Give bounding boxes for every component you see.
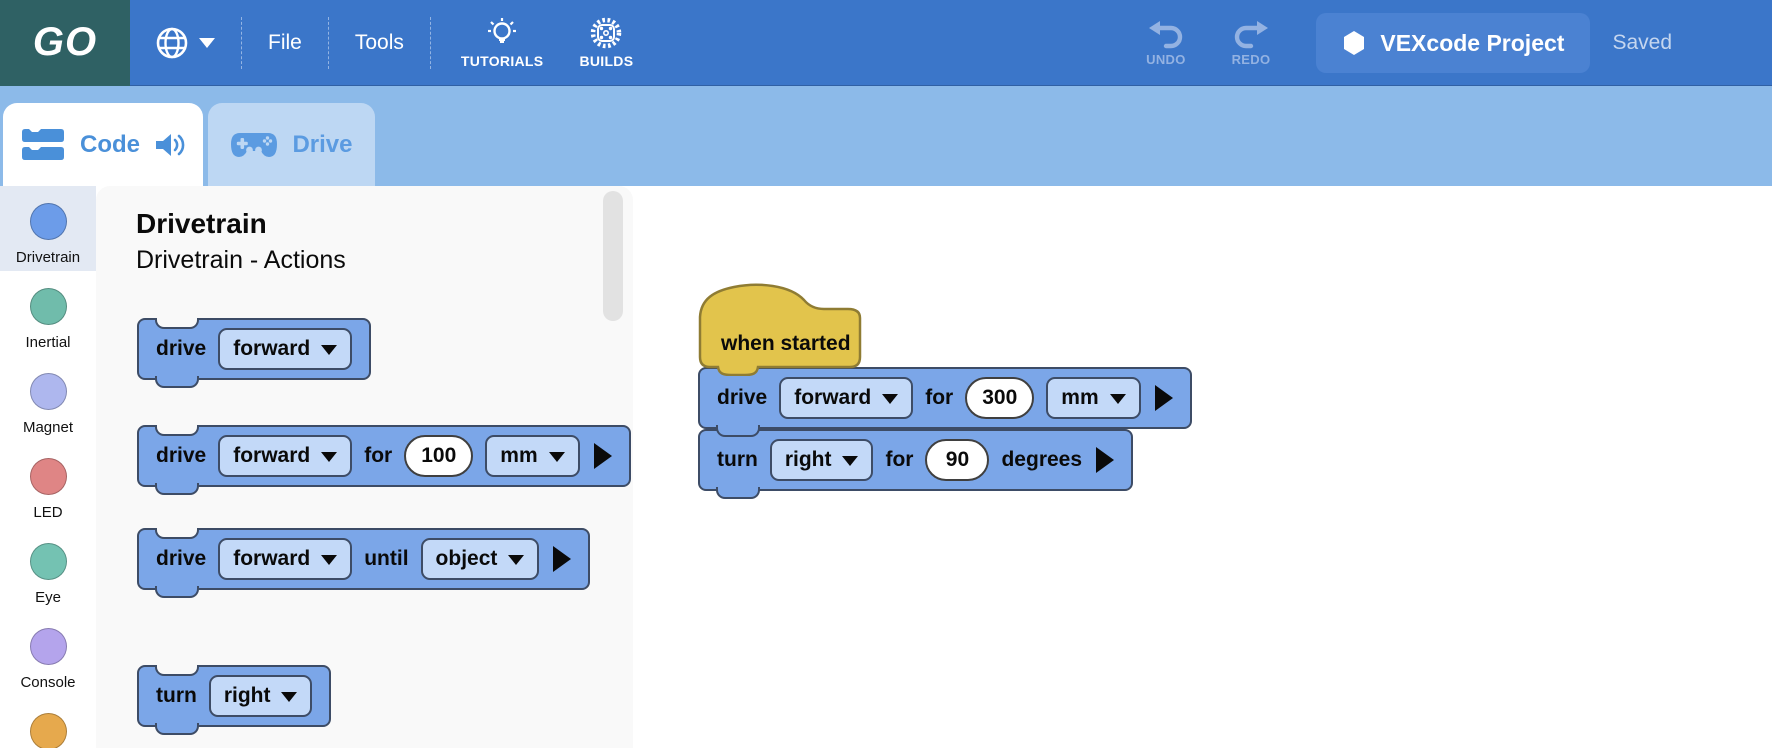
- palette-block-drive[interactable]: drive forward: [137, 318, 371, 380]
- workspace: Drivetrain Inertial Magnet LED Eye Conso…: [0, 186, 1772, 748]
- magnet-category-icon: [30, 373, 67, 410]
- undo-icon: [1147, 20, 1185, 50]
- direction-dropdown[interactable]: forward: [218, 435, 352, 477]
- menu-divider: [328, 17, 329, 69]
- lightbulb-icon: [485, 16, 519, 50]
- distance-input[interactable]: 300: [965, 377, 1034, 419]
- chevron-down-icon: [842, 456, 858, 474]
- sidebar-item-eye[interactable]: Eye: [0, 526, 96, 611]
- palette-scrollbar[interactable]: [603, 191, 623, 321]
- programming-canvas[interactable]: when started drive forward for 300 mm: [633, 186, 1772, 748]
- top-menu-bar: GO File Tools TUTORIALS: [0, 0, 1772, 86]
- when-started-block[interactable]: when started: [698, 283, 862, 376]
- tutorials-button[interactable]: TUTORIALS: [461, 16, 544, 69]
- globe-icon: [154, 25, 190, 61]
- unit-dropdown[interactable]: mm: [1046, 377, 1140, 419]
- turn-direction-dropdown[interactable]: right: [209, 675, 313, 717]
- chevron-down-icon: [1110, 394, 1126, 412]
- sound-category-icon: [30, 713, 67, 748]
- category-sidebar: Drivetrain Inertial Magnet LED Eye Conso…: [0, 186, 96, 748]
- palette-block-drive-for[interactable]: drive forward for 100 mm: [137, 425, 631, 487]
- eye-category-icon: [30, 543, 67, 580]
- drivetrain-category-icon: [30, 203, 67, 240]
- sidebar-item-inertial[interactable]: Inertial: [0, 271, 96, 356]
- chevron-down-icon: [321, 345, 337, 363]
- tab-drive[interactable]: Drive: [208, 103, 375, 186]
- chevron-down-icon: [321, 555, 337, 573]
- chevron-down-icon: [199, 38, 215, 56]
- palette-title: Drivetrain: [136, 208, 267, 240]
- tutorials-label: TUTORIALS: [461, 53, 544, 69]
- project-name: VEXcode Project: [1380, 30, 1564, 57]
- tab-code-label: Code: [80, 131, 140, 159]
- palette-block-drive-until[interactable]: drive forward until object: [137, 528, 590, 590]
- hexagon-icon: [1342, 30, 1366, 56]
- chevron-down-icon: [321, 452, 337, 470]
- redo-icon: [1232, 20, 1270, 50]
- builds-label: BUILDS: [579, 53, 633, 69]
- unit-dropdown[interactable]: mm: [485, 435, 579, 477]
- chevron-down-icon: [508, 555, 524, 573]
- logo-text: GO: [33, 20, 97, 65]
- direction-dropdown[interactable]: forward: [218, 538, 352, 580]
- sidebar-item-partial[interactable]: [0, 696, 96, 748]
- code-blocks-icon: [20, 127, 66, 163]
- undo-button[interactable]: UNDO: [1146, 20, 1185, 67]
- hat-label: when started: [721, 332, 851, 356]
- redo-label: REDO: [1232, 52, 1271, 67]
- angle-input[interactable]: 90: [925, 439, 989, 481]
- builds-button[interactable]: BUILDS: [579, 16, 633, 69]
- language-menu[interactable]: [154, 25, 215, 61]
- palette-section-label: Drivetrain - Actions: [136, 246, 346, 275]
- speaker-icon[interactable]: [154, 130, 186, 160]
- palette-block-turn[interactable]: turn right: [137, 665, 331, 727]
- menu-divider: [241, 17, 242, 69]
- vex-go-logo: GO: [0, 0, 130, 86]
- tab-drive-label: Drive: [292, 131, 352, 159]
- direction-dropdown[interactable]: forward: [218, 328, 352, 370]
- expand-arrow-icon[interactable]: [1096, 447, 1114, 473]
- expand-arrow-icon[interactable]: [594, 443, 612, 469]
- chevron-down-icon: [882, 394, 898, 412]
- sidebar-item-drivetrain[interactable]: Drivetrain: [0, 186, 96, 271]
- expand-arrow-icon[interactable]: [1155, 385, 1173, 411]
- sidebar-item-console[interactable]: Console: [0, 611, 96, 696]
- file-menu[interactable]: File: [268, 31, 302, 55]
- mode-tab-bar: Code Drive: [0, 86, 1772, 186]
- sidebar-item-magnet[interactable]: Magnet: [0, 356, 96, 441]
- hat-block-shape: [698, 283, 862, 376]
- distance-input[interactable]: 100: [404, 435, 473, 477]
- object-dropdown[interactable]: object: [421, 538, 540, 580]
- script-block-turn-for[interactable]: turn right for 90 degrees: [698, 429, 1133, 491]
- gamepad-icon: [230, 129, 278, 161]
- turn-direction-dropdown[interactable]: right: [770, 439, 874, 481]
- save-status: Saved: [1612, 31, 1672, 55]
- script-block-drive-for[interactable]: drive forward for 300 mm: [698, 367, 1192, 429]
- led-category-icon: [30, 458, 67, 495]
- sidebar-item-led[interactable]: LED: [0, 441, 96, 526]
- console-category-icon: [30, 628, 67, 665]
- chevron-down-icon: [281, 692, 297, 710]
- redo-button[interactable]: REDO: [1232, 20, 1271, 67]
- tools-menu[interactable]: Tools: [355, 31, 404, 55]
- block-palette: Drivetrain Drivetrain - Actions drive fo…: [96, 186, 633, 748]
- expand-arrow-icon[interactable]: [553, 546, 571, 572]
- tab-code[interactable]: Code: [3, 103, 203, 186]
- undo-label: UNDO: [1146, 52, 1185, 67]
- gear-icon: [589, 16, 623, 50]
- menu-divider: [430, 17, 431, 69]
- direction-dropdown[interactable]: forward: [779, 377, 913, 419]
- chevron-down-icon: [549, 452, 565, 470]
- project-name-button[interactable]: VEXcode Project: [1316, 13, 1590, 73]
- inertial-category-icon: [30, 288, 67, 325]
